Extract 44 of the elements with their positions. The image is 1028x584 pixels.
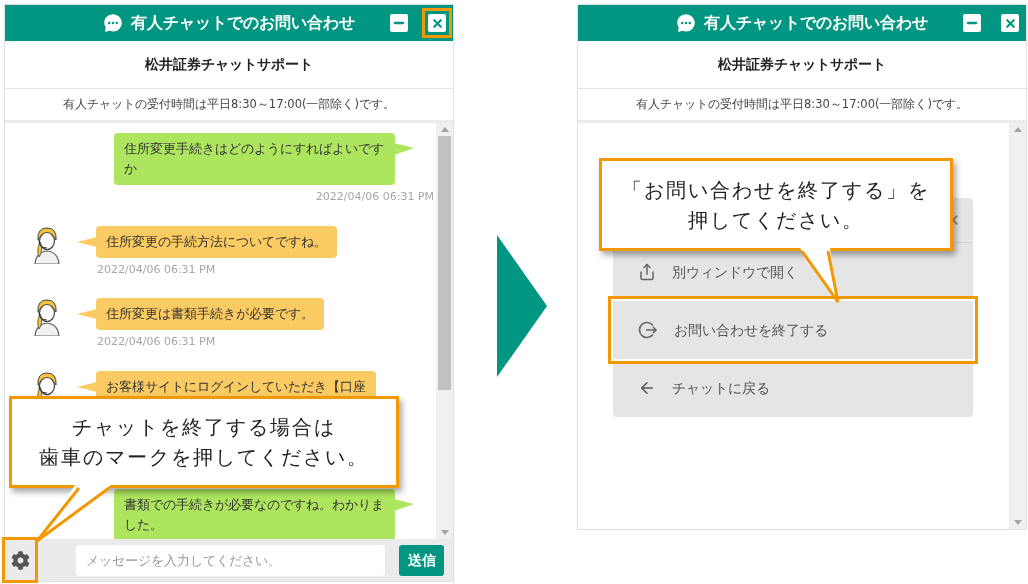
agent-message-bubble: 住所変更は書類手続きが必要です。 xyxy=(96,298,324,330)
scroll-down-icon[interactable] xyxy=(440,530,449,535)
close-button[interactable] xyxy=(428,14,446,32)
menu-item[interactable]: チャットに戻る xyxy=(613,359,973,417)
close-icon xyxy=(430,16,444,30)
menu-item[interactable]: お問い合わせを終了する xyxy=(613,301,973,359)
scroll-up-icon[interactable] xyxy=(440,127,449,132)
notice-text: 有人チャットの受付時間は平日8:30～17:00(一部除く)です。 xyxy=(63,95,395,113)
chat-bubble-icon xyxy=(103,13,123,33)
callout-text: 押してください。 xyxy=(688,206,864,234)
notice-text: 有人チャットの受付時間は平日8:30～17:00(一部除く)です。 xyxy=(636,95,968,113)
user-message-bubble: 書類での手続きが必要なのですね。わかりました。 xyxy=(114,488,395,539)
message-input[interactable]: メッセージを入力してください。 xyxy=(76,544,385,576)
scrollbar-thumb[interactable] xyxy=(438,136,451,390)
agent-message-bubble: 住所変更の手続方法についてですね。 xyxy=(96,225,337,258)
close-button[interactable] xyxy=(1001,14,1019,32)
message-time: 2022/04/06 06:31 PM xyxy=(97,334,217,350)
company-name: 松井証券チャットサポート xyxy=(718,55,886,74)
bubble-pointer xyxy=(394,498,414,511)
share-icon xyxy=(638,263,656,281)
minimize-button[interactable] xyxy=(390,14,408,32)
next-arrow-icon xyxy=(497,235,547,377)
callout-text: 歯車のマークを押してください。 xyxy=(39,444,369,471)
bubble-pointer xyxy=(77,381,97,392)
message-time: 2022/04/06 06:31 PM xyxy=(315,189,434,205)
scroll-up-icon[interactable] xyxy=(1013,127,1022,132)
settings-button[interactable] xyxy=(2,537,38,583)
callout-text: チャットを終了する場合は xyxy=(72,414,336,441)
bubble-pointer xyxy=(394,143,414,155)
user-message-bubble: 住所変更手続きはどのようにすればよいですか xyxy=(114,133,395,185)
logout-icon xyxy=(638,320,658,340)
chat-bubble-icon xyxy=(676,13,696,33)
company-name: 松井証券チャットサポート xyxy=(145,55,313,74)
window-title: 有人チャットでのお問い合わせ xyxy=(704,12,928,34)
callout-text: 「お問い合わせを終了する」を xyxy=(622,176,930,204)
gear-icon xyxy=(10,550,30,570)
message-time: 2022/04/06 06:31 PM xyxy=(97,261,217,278)
minimize-button[interactable] xyxy=(963,14,981,32)
bubble-pointer xyxy=(77,236,97,247)
bubble-pointer xyxy=(77,309,97,319)
window-title: 有人チャットでのお問い合わせ xyxy=(131,12,355,34)
close-icon xyxy=(1003,16,1017,30)
send-button[interactable]: 送信 xyxy=(399,544,444,576)
scroll-down-icon[interactable] xyxy=(1013,520,1022,525)
